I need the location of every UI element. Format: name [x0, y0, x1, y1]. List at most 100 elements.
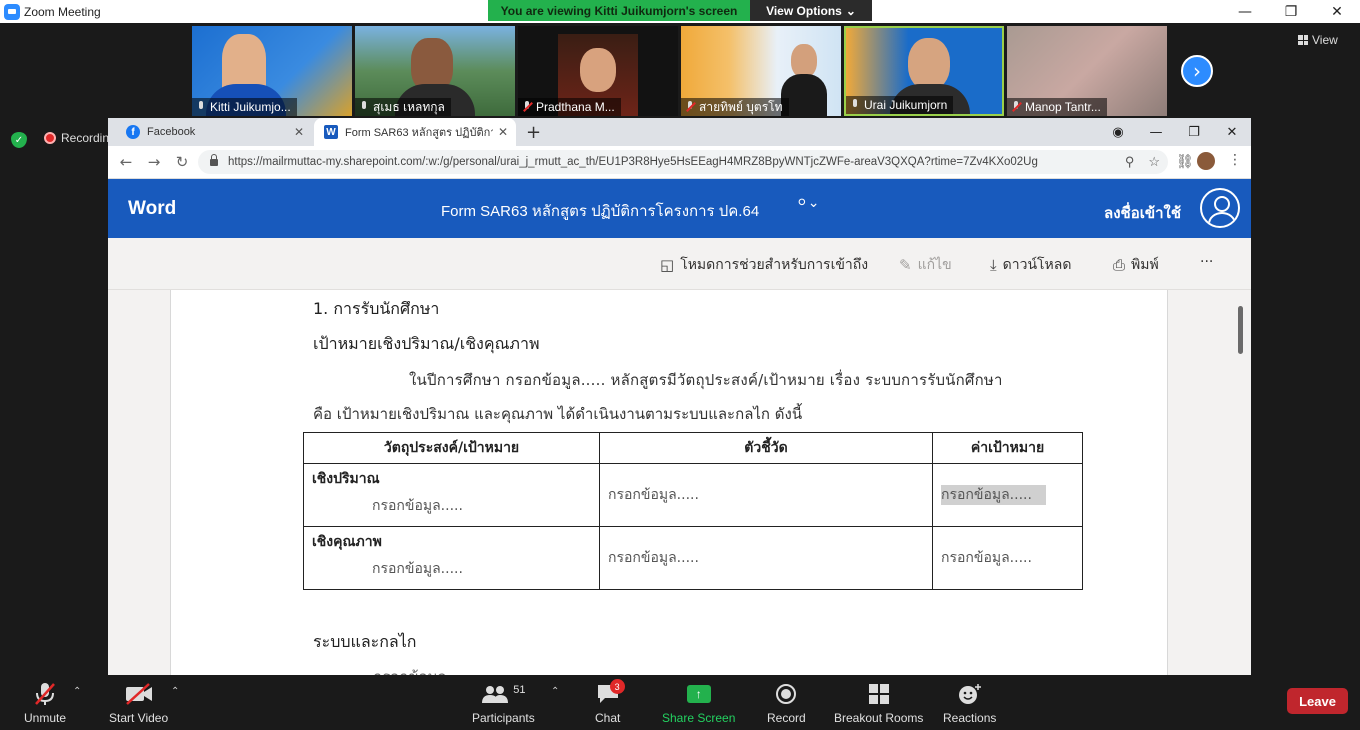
printer-icon: ⎙ [1113, 256, 1126, 274]
user-avatar-icon[interactable] [1200, 188, 1240, 228]
view-options-button[interactable]: View Options ⌄ [750, 0, 872, 21]
minimize-icon[interactable]: — [1137, 118, 1175, 146]
forward-arrow-icon[interactable]: → [140, 153, 168, 171]
print-button[interactable]: ⎙ พิมพ์ [1113, 254, 1159, 276]
reload-icon[interactable]: ↻ [168, 153, 196, 171]
table-cell: เชิงปริมาณ กรอกข้อมูล..... [303, 463, 600, 527]
microphone-icon [359, 101, 369, 113]
document-scrollbar[interactable] [1238, 306, 1243, 354]
share-screen-label: Share Screen [662, 711, 736, 725]
participants-caret-icon[interactable]: ⌃ [551, 686, 559, 697]
unmute-button[interactable]: Unmute [24, 681, 66, 725]
share-screen-icon-wrap: ↑ [686, 681, 711, 707]
address-bar-actions: ⚲ ☆ [1125, 150, 1160, 174]
participant-video-1[interactable]: Kitti Juikumjo... [192, 26, 352, 116]
more-options-icon: ··· [1200, 254, 1214, 270]
url-text: https://mailrmuttac-my.sharepoint.com/:w… [228, 156, 1038, 168]
participant-name: Urai Juikumjorn [846, 96, 954, 114]
section-heading: 1. การรับนักศึกษา [313, 299, 440, 318]
profile-avatar[interactable] [1197, 152, 1215, 170]
word-brand[interactable]: Word [128, 198, 176, 220]
unmute-label: Unmute [24, 711, 67, 725]
participant-video-5[interactable]: Urai Juikumjorn [844, 26, 1004, 116]
download-button[interactable]: ⤓ ดาวน์โหลด [990, 254, 1071, 276]
bookmark-star-icon[interactable]: ☆ [1148, 154, 1160, 170]
print-label: พิมพ์ [1131, 257, 1159, 273]
tab-label: Form SAR63 หลักสูตร ปฏิบัติการโครง... [345, 127, 493, 139]
zoom-magnifier-icon[interactable]: ⚲ [1125, 154, 1135, 170]
audio-options-caret-icon[interactable]: ⌃ [73, 686, 81, 697]
video-options-caret-icon[interactable]: ⌃ [171, 686, 179, 697]
accessibility-mode-button[interactable]: ◱ โหมดการช่วยสำหรับการเข้าถึง [660, 254, 868, 276]
more-options-button[interactable]: ··· [1200, 254, 1213, 270]
share-person-chevron-icon[interactable]: ⚪⌄ [796, 195, 819, 211]
participants-icon: 51 [481, 681, 525, 707]
edit-label: แก้ไข [917, 257, 952, 273]
table-cell: เชิงคุณภาพ กรอกข้อมูล..... [303, 526, 600, 590]
subsection-heading-2: ระบบและกลไก [313, 632, 417, 651]
breakout-rooms-label: Breakout Rooms [834, 711, 924, 725]
new-tab-icon[interactable]: + [526, 122, 541, 143]
share-screen-icon: ↑ [686, 685, 711, 703]
reactions-button[interactable]: Reactions [943, 681, 996, 725]
table-cell: กรอกข้อมูล..... [932, 463, 1083, 527]
minimize-icon[interactable]: — [1222, 0, 1268, 23]
tab-close-icon[interactable]: ✕ [498, 125, 508, 139]
word-icon: W [324, 125, 338, 139]
address-bar[interactable]: https://mailrmuttac-my.sharepoint.com/:w… [198, 150, 1168, 174]
participant-name: Manop Tantr... [1007, 98, 1107, 116]
start-video-label: Start Video [109, 711, 169, 725]
row-placeholder: กรอกข้อมูล..... [372, 498, 463, 514]
browser-tab-strip: f Facebook ✕ W Form SAR63 หลักสูตร ปฏิบั… [108, 118, 1251, 146]
participant-video-3[interactable]: Pradthana M... [518, 26, 678, 116]
tab-search-icon[interactable]: ◉ [1099, 118, 1137, 146]
back-arrow-icon[interactable]: ← [112, 153, 140, 171]
tab-close-icon[interactable]: ✕ [294, 125, 304, 139]
document-page[interactable]: 1. การรับนักศึกษา เป้าหมายเชิงปริมาณ/เชิ… [170, 290, 1168, 675]
close-icon[interactable]: ✕ [1213, 118, 1251, 146]
tab-word-document[interactable]: W Form SAR63 หลักสูตร ปฏิบัติการโครง... … [314, 118, 516, 146]
record-button[interactable]: Record [767, 681, 806, 725]
window-title: Zoom Meeting [24, 4, 101, 19]
word-command-bar: ◱ โหมดการช่วยสำหรับการเข้าถึง ✎ แก้ไข ⤓ … [108, 238, 1251, 290]
start-video-button[interactable]: Start Video [109, 681, 168, 725]
chat-button[interactable]: 3 Chat [595, 679, 625, 725]
document-canvas: 1. การรับนักศึกษา เป้าหมายเชิงปริมาณ/เชิ… [108, 290, 1251, 675]
browser-window-controls: ◉ — ❐ ✕ [1099, 118, 1251, 146]
table-header: วัตถุประสงค์/เป้าหมาย [303, 432, 600, 464]
participants-button[interactable]: 51 Participants [472, 681, 535, 725]
tab-label: Facebook [147, 126, 196, 138]
indicator-value: กรอกข้อมูล..... [608, 487, 699, 503]
extensions-puzzle-icon[interactable]: ⛓ [1176, 154, 1194, 170]
participant-name: Kitti Juikumjo... [192, 98, 297, 116]
highlighted-text: กรอกข้อมูล..... [941, 485, 1046, 505]
participant-video-6[interactable]: Manop Tantr... [1007, 26, 1167, 116]
browser-menu-icon[interactable]: ⋮ [1228, 152, 1242, 168]
breakout-rooms-button[interactable]: Breakout Rooms [834, 681, 923, 725]
close-icon[interactable]: ✕ [1314, 0, 1360, 23]
share-screen-button[interactable]: ↑ Share Screen [662, 681, 735, 725]
zoom-logo-icon [4, 3, 20, 20]
view-button[interactable]: View [1298, 33, 1338, 47]
sign-in-link[interactable]: ลงชื่อเข้าใช้ [1104, 201, 1181, 225]
microphone-icon [850, 99, 860, 111]
maximize-icon[interactable]: ❐ [1175, 118, 1213, 146]
maximize-icon[interactable]: ❐ [1268, 0, 1314, 23]
participant-video-2[interactable]: สุเมธ เหลทกุล [355, 26, 515, 116]
lock-icon [210, 153, 218, 166]
participant-video-4[interactable]: สายทิพย์ บุตรโท [681, 26, 841, 116]
edit-button[interactable]: ✎ แก้ไข [899, 254, 952, 276]
tab-facebook[interactable]: f Facebook ✕ [116, 118, 312, 146]
participant-figure [908, 38, 950, 90]
meeting-controls-bar: Unmute ⌃ Start Video ⌃ 51 Participants ⌃… [0, 675, 1360, 730]
participant-count: 51 [513, 684, 526, 696]
grid-view-icon [1298, 35, 1308, 45]
leave-button[interactable]: Leave [1287, 688, 1348, 714]
table-row: เชิงปริมาณ กรอกข้อมูล..... กรอกข้อมูล...… [303, 463, 1083, 527]
cut-off-text: กรอกข้อมูล [373, 665, 447, 675]
video-off-icon [125, 681, 153, 707]
shield-check-icon[interactable]: ✓ [11, 132, 27, 148]
document-title[interactable]: Form SAR63 หลักสูตร ปฏิบัติการโครงการ ปค… [441, 199, 759, 223]
target-value: กรอกข้อมูล..... [941, 550, 1032, 566]
next-page-arrow-icon[interactable]: › [1181, 55, 1213, 87]
